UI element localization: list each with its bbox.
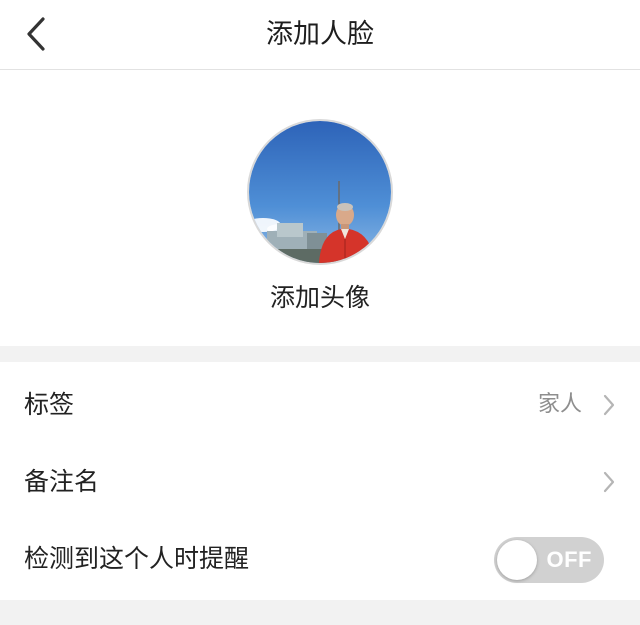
navigation-bar: 添加人脸 bbox=[0, 0, 640, 70]
tag-value: 家人 bbox=[537, 392, 582, 417]
alert-toggle[interactable]: OFF bbox=[494, 537, 604, 583]
tag-row[interactable]: 标签 家人 bbox=[0, 366, 640, 444]
page-title: 添加人脸 bbox=[266, 19, 374, 50]
remark-row[interactable]: 备注名 bbox=[0, 443, 640, 521]
chevron-right-icon bbox=[603, 394, 615, 416]
alert-row: 检测到这个人时提醒 OFF bbox=[0, 520, 640, 598]
tag-label: 标签 bbox=[24, 390, 75, 419]
avatar[interactable] bbox=[247, 119, 393, 265]
toggle-knob bbox=[497, 540, 537, 580]
chevron-right-icon bbox=[603, 471, 615, 493]
remark-label: 备注名 bbox=[24, 467, 100, 496]
avatar-photo bbox=[249, 121, 391, 263]
avatar-section: 添加头像 bbox=[0, 70, 640, 346]
add-avatar-label[interactable]: 添加头像 bbox=[0, 278, 640, 314]
settings-list: 标签 家人 备注名 检测到这个人时提醒 OFF bbox=[0, 362, 640, 600]
alert-label: 检测到这个人时提醒 bbox=[24, 544, 250, 573]
toggle-state-text: OFF bbox=[546, 547, 592, 572]
